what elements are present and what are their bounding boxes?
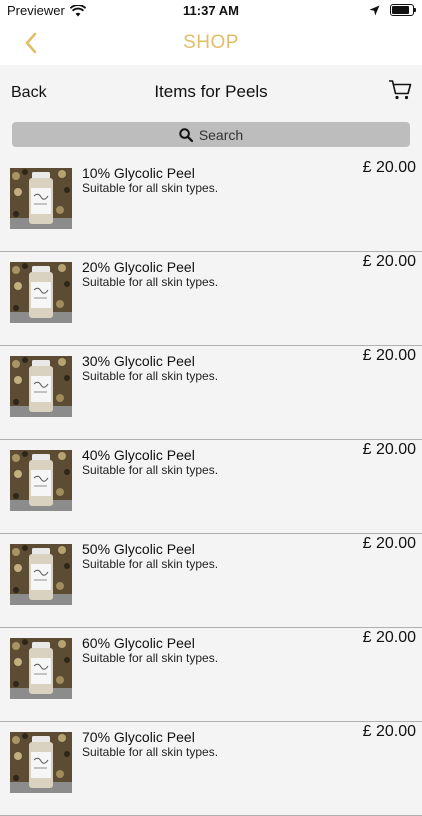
product-description: Suitable for all skin types.	[82, 463, 219, 477]
product-image	[10, 638, 72, 699]
page-title: Items for Peels	[154, 82, 268, 101]
product-description: Suitable for all skin types.	[82, 369, 219, 383]
sub-header: Back Items for Peels	[0, 65, 422, 117]
product-list: 10% Glycolic Peel Suitable for all skin …	[0, 158, 422, 816]
product-price: £ 20.00	[362, 159, 416, 176]
product-row[interactable]: 40% Glycolic Peel Suitable for all skin …	[0, 440, 422, 534]
product-row[interactable]: 20% Glycolic Peel Suitable for all skin …	[0, 252, 422, 346]
cart-icon[interactable]	[388, 79, 412, 101]
product-description: Suitable for all skin types.	[82, 651, 219, 665]
product-row[interactable]: 10% Glycolic Peel Suitable for all skin …	[0, 158, 422, 252]
nav-title: SHOP	[183, 32, 239, 53]
product-name: 20% Glycolic Peel	[82, 259, 195, 275]
search-icon	[179, 127, 193, 142]
product-price: £ 20.00	[362, 723, 416, 740]
product-price: £ 20.00	[362, 441, 416, 458]
product-image	[10, 450, 72, 511]
product-description: Suitable for all skin types.	[82, 557, 219, 571]
search-label: Search	[198, 126, 244, 143]
product-price: £ 20.00	[362, 535, 416, 552]
product-image	[10, 732, 72, 793]
product-name: 60% Glycolic Peel	[82, 635, 195, 651]
product-description: Suitable for all skin types.	[82, 745, 219, 759]
navigation-bar: SHOP	[0, 22, 422, 65]
product-price: £ 20.00	[362, 629, 416, 646]
product-row[interactable]: 50% Glycolic Peel Suitable for all skin …	[0, 534, 422, 628]
product-price: £ 20.00	[362, 253, 416, 270]
status-bar: Previewer 11:37 AM	[0, 0, 422, 22]
product-image	[10, 356, 72, 417]
product-description: Suitable for all skin types.	[82, 275, 219, 289]
product-image	[10, 168, 72, 229]
product-row[interactable]: 60% Glycolic Peel Suitable for all skin …	[0, 628, 422, 722]
status-time: 11:37 AM	[183, 3, 239, 18]
product-image	[10, 544, 72, 605]
search-bar[interactable]: Search	[12, 122, 410, 147]
product-image	[10, 262, 72, 323]
product-name: 50% Glycolic Peel	[82, 541, 195, 557]
product-row[interactable]: 70% Glycolic Peel Suitable for all skin …	[0, 722, 422, 816]
product-row[interactable]: 30% Glycolic Peel Suitable for all skin …	[0, 346, 422, 440]
product-name: 70% Glycolic Peel	[82, 729, 195, 745]
location-arrow-icon	[369, 5, 380, 15]
product-name: 30% Glycolic Peel	[82, 353, 195, 369]
product-price: £ 20.00	[362, 347, 416, 364]
status-right	[369, 4, 416, 16]
product-description: Suitable for all skin types.	[82, 181, 219, 195]
battery-icon	[390, 4, 416, 16]
product-name: 40% Glycolic Peel	[82, 447, 195, 463]
product-name: 10% Glycolic Peel	[82, 165, 195, 181]
